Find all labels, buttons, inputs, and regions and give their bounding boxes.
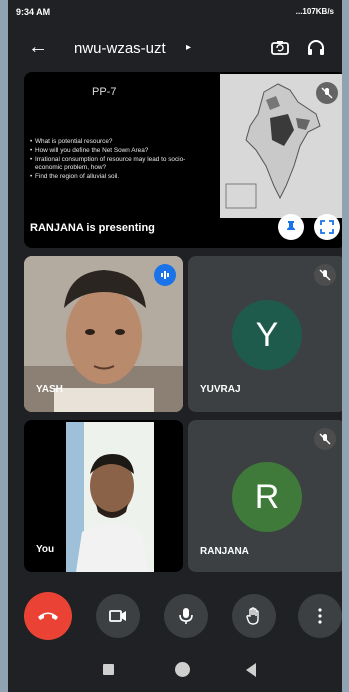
- system-nav-bar: [8, 652, 342, 692]
- participant-tile-you[interactable]: You: [24, 420, 183, 572]
- slide-bullet: What is potential resource?: [30, 138, 202, 145]
- slide-bullet: Irrational consumption of resource may l…: [30, 156, 202, 170]
- fullscreen-icon: [320, 220, 334, 234]
- participant-name: YUVRAJ: [200, 384, 241, 395]
- status-time: 9:34 AM: [16, 7, 51, 17]
- slide-title: PP-7: [92, 86, 117, 98]
- mic-off-icon: [314, 264, 336, 286]
- fullscreen-button[interactable]: [314, 214, 340, 240]
- camera-button[interactable]: [96, 594, 140, 638]
- raise-hand-button[interactable]: [232, 594, 276, 638]
- avatar: Y: [232, 300, 302, 370]
- participant-tile-ranjana[interactable]: R RANJANA: [188, 420, 342, 572]
- end-call-button[interactable]: [24, 592, 72, 640]
- mic-icon: [179, 608, 193, 624]
- meeting-header: ← nwu-wzas-uzt ▸: [8, 26, 342, 70]
- recent-apps-icon[interactable]: [103, 664, 114, 675]
- india-map-image: [220, 74, 342, 218]
- participant-tile-yuvraj[interactable]: Y YUVRAJ: [188, 256, 342, 412]
- status-bar: 9:34 AM ...107KB/s: [8, 0, 342, 26]
- arrow-left-icon[interactable]: ←: [28, 36, 48, 59]
- slide-bullet: Find the region of alluvial soil.: [30, 173, 202, 180]
- slide-bullet: How will you define the Net Sown Area?: [30, 147, 202, 154]
- phone-screen: 9:34 AM ...107KB/s ← nwu-wzas-uzt ▸ PP-7…: [8, 0, 342, 692]
- headphones-icon[interactable]: [306, 38, 326, 58]
- participant-name: YASH: [36, 384, 63, 395]
- caret-right-icon[interactable]: ▸: [186, 42, 191, 53]
- slide-bullets: What is potential resource? How will you…: [30, 138, 202, 182]
- presenting-label: RANJANA is presenting: [30, 222, 155, 234]
- mic-off-icon: [316, 82, 338, 104]
- participant-name: RANJANA: [200, 546, 249, 557]
- participant-tile-yash[interactable]: YASH: [24, 256, 183, 412]
- presentation-tile[interactable]: PP-7 What is potential resource? How wil…: [24, 72, 342, 248]
- raise-hand-icon: [246, 607, 259, 625]
- status-indicators: ...107KB/s: [295, 7, 334, 16]
- pin-button[interactable]: [278, 214, 304, 240]
- camera-switch-icon[interactable]: [270, 38, 290, 58]
- mic-off-icon: [314, 428, 336, 450]
- speaking-icon: [154, 264, 176, 286]
- more-options-button[interactable]: [298, 594, 342, 638]
- more-vertical-icon: [318, 608, 322, 624]
- call-controls: [8, 590, 342, 640]
- microphone-button[interactable]: [164, 594, 208, 638]
- end-call-icon: [38, 612, 58, 620]
- camera-icon: [109, 610, 126, 622]
- meeting-code[interactable]: nwu-wzas-uzt: [74, 40, 166, 57]
- pin-icon: [287, 221, 295, 234]
- avatar: R: [232, 462, 302, 532]
- home-icon[interactable]: [175, 662, 190, 677]
- participant-name: You: [36, 544, 55, 555]
- nav-back-icon[interactable]: [246, 663, 256, 677]
